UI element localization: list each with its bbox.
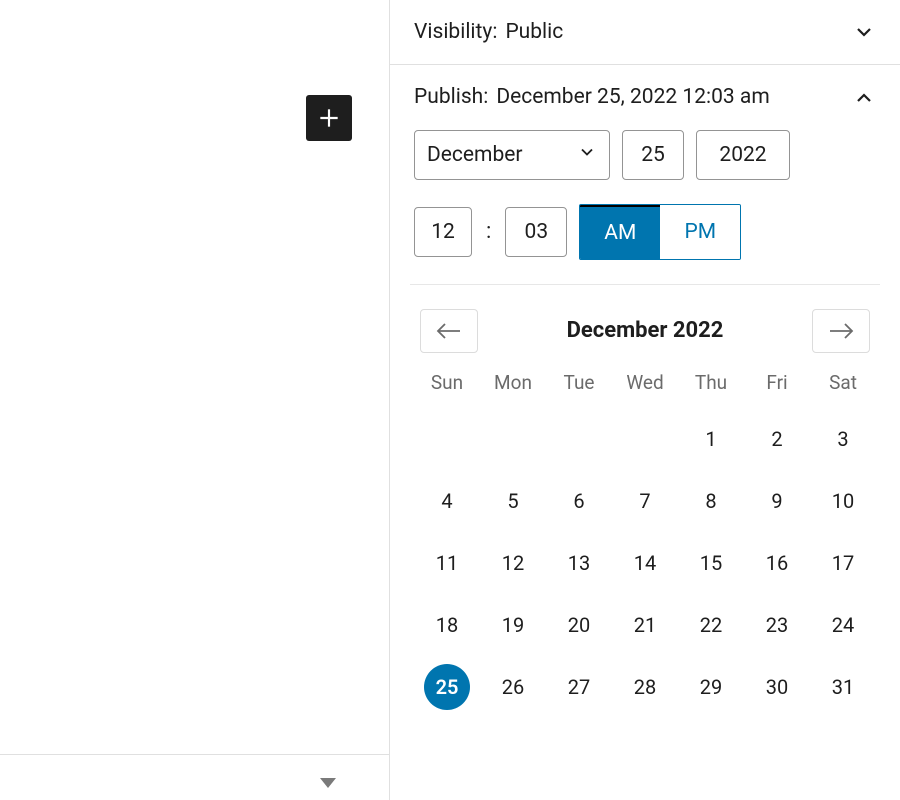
- calendar-dow: Sat: [810, 371, 876, 400]
- calendar-day[interactable]: 24: [820, 602, 866, 648]
- minute-value: 03: [525, 220, 549, 244]
- calendar-day[interactable]: 22: [688, 602, 734, 648]
- ampm-toggle: AM PM: [579, 204, 741, 260]
- visibility-value: Public: [505, 18, 563, 46]
- calendar-day[interactable]: 25: [424, 664, 470, 710]
- plus-icon: [316, 105, 342, 131]
- calendar-day[interactable]: 29: [688, 664, 734, 710]
- footer-dropdown-icon[interactable]: [320, 778, 336, 788]
- calendar-day[interactable]: 20: [556, 602, 602, 648]
- calendar-empty-cell: [622, 416, 668, 462]
- calendar-day[interactable]: 8: [688, 478, 734, 524]
- calendar-grid: SunMonTueWedThuFriSat1234567891011121314…: [414, 371, 876, 710]
- pm-label: PM: [685, 220, 717, 244]
- calendar-day[interactable]: 15: [688, 540, 734, 586]
- calendar-day[interactable]: 11: [424, 540, 470, 586]
- calendar-day[interactable]: 10: [820, 478, 866, 524]
- calendar-title: December 2022: [567, 318, 724, 343]
- arrow-left-icon: [434, 321, 464, 341]
- year-input[interactable]: 2022: [696, 130, 790, 180]
- next-month-button[interactable]: [812, 309, 870, 353]
- footer-divider: [0, 754, 389, 755]
- year-value: 2022: [719, 143, 766, 167]
- calendar-day[interactable]: 13: [556, 540, 602, 586]
- chevron-down-icon: [577, 142, 597, 168]
- calendar: December 2022 SunMonTueWedThuFriSat12345…: [390, 285, 900, 718]
- am-button[interactable]: AM: [580, 205, 660, 259]
- calendar-day[interactable]: 9: [754, 478, 800, 524]
- calendar-day[interactable]: 23: [754, 602, 800, 648]
- am-label: AM: [604, 221, 636, 245]
- hour-input[interactable]: 12: [414, 207, 472, 257]
- publish-toggle[interactable]: [852, 86, 876, 110]
- calendar-day[interactable]: 12: [490, 540, 536, 586]
- calendar-day[interactable]: 5: [490, 478, 536, 524]
- day-input[interactable]: 25: [622, 130, 684, 180]
- prev-month-button[interactable]: [420, 309, 478, 353]
- calendar-dow: Tue: [546, 371, 612, 400]
- calendar-dow: Mon: [480, 371, 546, 400]
- day-value: 25: [641, 143, 665, 167]
- calendar-day[interactable]: 14: [622, 540, 668, 586]
- minute-input[interactable]: 03: [505, 207, 567, 257]
- calendar-day[interactable]: 27: [556, 664, 602, 710]
- pm-button[interactable]: PM: [660, 205, 740, 259]
- calendar-empty-cell: [490, 416, 536, 462]
- calendar-dow: Fri: [744, 371, 810, 400]
- publish-label: Publish:: [414, 83, 488, 111]
- calendar-day[interactable]: 31: [820, 664, 866, 710]
- calendar-empty-cell: [424, 416, 470, 462]
- datetime-controls: December 25 2022 12 : 03 AM PM: [410, 130, 880, 285]
- calendar-dow: Thu: [678, 371, 744, 400]
- calendar-day[interactable]: 17: [820, 540, 866, 586]
- month-select[interactable]: December: [414, 130, 610, 180]
- calendar-day[interactable]: 28: [622, 664, 668, 710]
- visibility-label: Visibility:: [414, 18, 497, 46]
- calendar-dow: Sun: [414, 371, 480, 400]
- publish-row[interactable]: Publish: December 25, 2022 12:03 am: [390, 65, 900, 129]
- calendar-dow: Wed: [612, 371, 678, 400]
- calendar-day[interactable]: 3: [820, 416, 866, 462]
- visibility-row[interactable]: Visibility: Public: [390, 0, 900, 65]
- chevron-down-icon: [852, 20, 876, 44]
- calendar-day[interactable]: 30: [754, 664, 800, 710]
- calendar-day[interactable]: 7: [622, 478, 668, 524]
- arrow-right-icon: [826, 321, 856, 341]
- visibility-toggle[interactable]: [852, 20, 876, 44]
- calendar-day[interactable]: 18: [424, 602, 470, 648]
- calendar-empty-cell: [556, 416, 602, 462]
- time-colon: :: [484, 219, 493, 244]
- publish-value: December 25, 2022 12:03 am: [496, 83, 769, 111]
- calendar-day[interactable]: 21: [622, 602, 668, 648]
- hour-value: 12: [431, 220, 455, 244]
- calendar-day[interactable]: 16: [754, 540, 800, 586]
- calendar-day[interactable]: 2: [754, 416, 800, 462]
- settings-sidebar: Visibility: Public Publish: December 25,…: [390, 0, 900, 800]
- month-value: December: [427, 143, 523, 167]
- editor-canvas: [0, 0, 390, 800]
- block-appender-button[interactable]: [306, 95, 352, 141]
- calendar-day[interactable]: 26: [490, 664, 536, 710]
- calendar-nav: December 2022: [414, 309, 876, 353]
- calendar-day[interactable]: 6: [556, 478, 602, 524]
- calendar-day[interactable]: 19: [490, 602, 536, 648]
- calendar-day[interactable]: 1: [688, 416, 734, 462]
- chevron-up-icon: [852, 86, 876, 110]
- calendar-day[interactable]: 4: [424, 478, 470, 524]
